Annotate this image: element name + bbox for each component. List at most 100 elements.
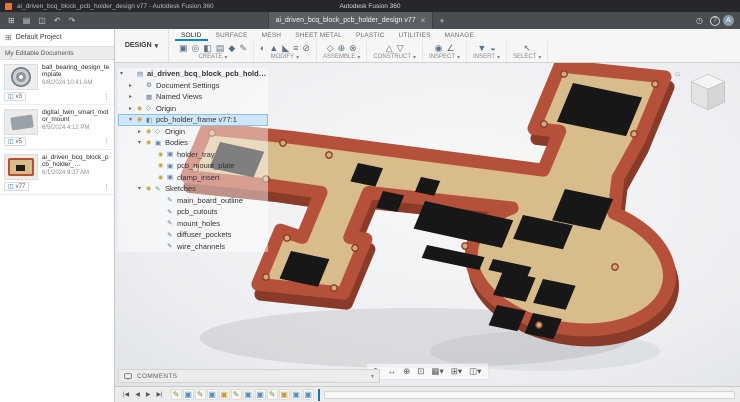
- browser-row[interactable]: ◉ ▣ holder_tray: [118, 149, 268, 161]
- tool-icon[interactable]: ∠: [446, 43, 454, 53]
- ribbon-tab[interactable]: UTILITIES: [392, 29, 436, 41]
- nav-tool-icon[interactable]: ⊕: [403, 366, 410, 377]
- timeline-feature-icon[interactable]: ▣: [291, 389, 302, 400]
- tool-icon[interactable]: ◉: [435, 43, 443, 53]
- browser-row[interactable]: ▸ ⚙ Document Settings: [118, 80, 268, 92]
- playback-button[interactable]: ▶|: [153, 389, 165, 401]
- browser-row[interactable]: ▾ ▤ ai_driven_bcq_block_pcb_hold…: [118, 68, 268, 80]
- browser-row[interactable]: ✎ diffuser_pockets: [118, 229, 268, 241]
- help-icon[interactable]: ?: [710, 16, 720, 26]
- ribbon-group-label[interactable]: MODIFY▾: [271, 54, 299, 61]
- ribbon-tab[interactable]: MANAGE: [439, 29, 480, 41]
- new-tab-button[interactable]: +: [433, 12, 450, 29]
- nav-tool-icon[interactable]: ▦▾: [431, 366, 443, 377]
- expand-chevron-icon[interactable]: ▸: [129, 82, 135, 89]
- browser-row[interactable]: ▾ ◉ ▣ Bodies: [118, 137, 268, 149]
- ribbon-tab[interactable]: SHEET METAL: [289, 29, 348, 41]
- redo-icon[interactable]: ↷: [65, 12, 80, 29]
- document-card[interactable]: digital_twin_smart_motor_mount 6/5/2024 …: [0, 105, 114, 150]
- nav-tool-icon[interactable]: ⊞▾: [451, 366, 462, 377]
- timeline-feature-icon[interactable]: ▣: [219, 389, 230, 400]
- playback-button[interactable]: ◀: [132, 389, 143, 401]
- data-panel-toggle-icon[interactable]: ⊞: [4, 12, 19, 29]
- timeline-feature-icon[interactable]: ▣: [207, 389, 218, 400]
- browser-row[interactable]: ▾ ◉ ◧ pcb_holder_frame v77:1: [118, 114, 268, 126]
- version-badge[interactable]: ◫ v77: [4, 182, 29, 191]
- tool-icon[interactable]: ▤: [216, 43, 225, 53]
- version-badge[interactable]: ◫ v3: [4, 92, 26, 101]
- job-status-icon[interactable]: ◷: [692, 16, 707, 25]
- 3d-viewport[interactable]: ▾ ▤ ai_driven_bcq_block_pcb_hold… ▸ ⚙ Do…: [115, 63, 740, 386]
- close-tab-icon[interactable]: ×: [421, 16, 426, 25]
- timeline-track[interactable]: [324, 391, 735, 399]
- visibility-icon[interactable]: ◉: [146, 128, 153, 135]
- tool-icon[interactable]: ≡: [293, 43, 298, 53]
- timeline-feature-icon[interactable]: ▣: [243, 389, 254, 400]
- expand-chevron-icon[interactable]: ▾: [120, 70, 126, 77]
- document-menu-icon[interactable]: ⋮: [103, 93, 110, 101]
- document-card[interactable]: ball_bearing_design_template 6/8/2024 10…: [0, 60, 114, 105]
- timeline-feature-icon[interactable]: ✎: [231, 389, 242, 400]
- home-view-icon[interactable]: ⌂: [675, 69, 680, 78]
- nav-tool-icon[interactable]: ◫▾: [469, 366, 481, 377]
- tool-icon[interactable]: ◐: [260, 43, 265, 53]
- browser-row[interactable]: ◉ ▣ pcb_mount_plate: [118, 160, 268, 172]
- timeline-feature-icon[interactable]: ✎: [195, 389, 206, 400]
- chevron-down-icon[interactable]: ▾: [371, 373, 374, 380]
- ribbon-group-label[interactable]: INSPECT▾: [429, 54, 460, 61]
- visibility-icon[interactable]: ◉: [158, 162, 165, 169]
- tool-icon[interactable]: ▲: [269, 43, 278, 53]
- visibility-icon[interactable]: ◉: [146, 139, 153, 146]
- timeline-feature-icon[interactable]: ✎: [267, 389, 278, 400]
- document-tab[interactable]: ai_driven_bcq_block_pcb_holder_design v7…: [268, 12, 434, 29]
- comments-bar[interactable]: COMMENTS ▾: [118, 369, 380, 383]
- timeline-feature-icon[interactable]: ▣: [303, 389, 314, 400]
- playback-button[interactable]: |◀: [120, 389, 132, 401]
- timeline-position-marker[interactable]: [318, 389, 320, 401]
- tool-icon[interactable]: ⊕: [338, 43, 346, 53]
- undo-icon[interactable]: ↶: [50, 12, 65, 29]
- browser-row[interactable]: ✎ mount_holes: [118, 218, 268, 230]
- tool-icon[interactable]: ⊗: [349, 43, 357, 53]
- tool-icon[interactable]: ⊘: [302, 43, 310, 53]
- workspace-switcher[interactable]: DESIGN▾: [115, 29, 169, 62]
- tool-icon[interactable]: △: [386, 43, 393, 53]
- document-menu-icon[interactable]: ⋮: [103, 138, 110, 146]
- timeline-feature-icon[interactable]: ▣: [255, 389, 266, 400]
- ribbon-group-label[interactable]: CREATE▾: [198, 54, 227, 61]
- expand-chevron-icon[interactable]: ▾: [129, 116, 135, 123]
- tool-icon[interactable]: ◆: [228, 43, 235, 53]
- expand-chevron-icon[interactable]: ▾: [138, 185, 144, 192]
- expand-chevron-icon[interactable]: ▸: [129, 93, 135, 100]
- tool-icon[interactable]: ▣: [179, 43, 188, 53]
- tool-icon[interactable]: ◎: [192, 43, 200, 53]
- browser-row[interactable]: ▾ ◉ ✎ Sketches: [118, 183, 268, 195]
- document-menu-icon[interactable]: ⋮: [103, 183, 110, 191]
- save-icon[interactable]: ◫: [34, 12, 50, 29]
- tool-icon[interactable]: ◣: [282, 43, 289, 53]
- browser-row[interactable]: ▸ ◉ ◇ Origin: [118, 126, 268, 138]
- visibility-icon[interactable]: ◉: [158, 174, 165, 181]
- tool-icon[interactable]: ▼: [477, 43, 486, 53]
- nav-tool-icon[interactable]: ↔: [388, 366, 397, 377]
- visibility-icon[interactable]: ◉: [137, 105, 144, 112]
- expand-chevron-icon[interactable]: ▾: [138, 139, 144, 146]
- playback-button[interactable]: ▶: [143, 389, 154, 401]
- version-badge[interactable]: ◫ v5: [4, 137, 26, 146]
- ribbon-group-label[interactable]: SELECT▾: [513, 54, 541, 61]
- ribbon-group-label[interactable]: CONSTRUCT▾: [373, 54, 416, 61]
- tool-icon[interactable]: ◧: [203, 43, 212, 53]
- document-card[interactable]: ai_driven_bcq_block_pcb_holder_… 6/1/202…: [0, 150, 114, 195]
- browser-row[interactable]: ▸ ▦ Named Views: [118, 91, 268, 103]
- tool-icon[interactable]: ✎: [239, 43, 247, 53]
- viewcube-icon[interactable]: [682, 67, 734, 117]
- visibility-icon[interactable]: ◉: [158, 151, 165, 158]
- tool-icon[interactable]: ◒: [490, 43, 495, 53]
- visibility-icon[interactable]: ◉: [137, 116, 144, 123]
- timeline-feature-icon[interactable]: ✎: [171, 389, 182, 400]
- browser-row[interactable]: ▸ ◉ ◇ Origin: [118, 103, 268, 115]
- ribbon-tab[interactable]: SOLID: [175, 29, 208, 41]
- browser-row[interactable]: ◉ ▣ clamp_insert: [118, 172, 268, 184]
- ribbon-tab[interactable]: MESH: [256, 29, 288, 41]
- expand-chevron-icon[interactable]: ▸: [138, 128, 144, 135]
